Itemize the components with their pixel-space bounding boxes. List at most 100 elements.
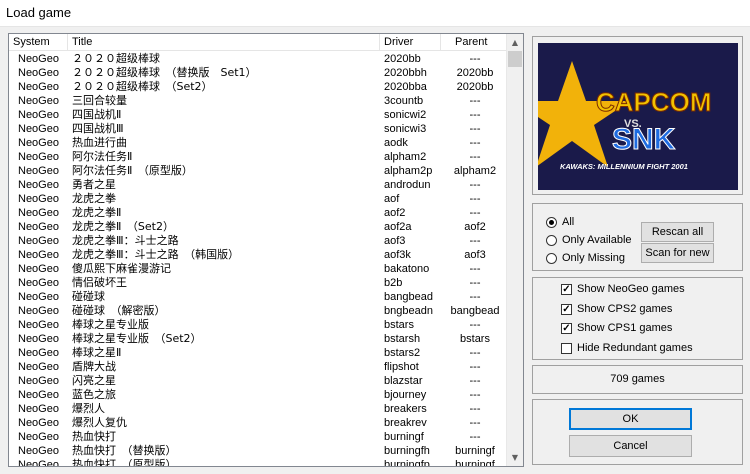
cell-driver: burningfh (384, 445, 430, 457)
cell-parent: --- (469, 291, 481, 303)
radio-all-indicator[interactable] (546, 216, 557, 228)
cell-title: 热血快打 （原型版） (72, 458, 177, 467)
table-row[interactable]: NeoGeo 棒球之星专业版 bstars --- (9, 318, 509, 332)
radio-all-label: All (562, 216, 575, 228)
table-row[interactable]: NeoGeo 龙虎之拳Ⅲ：斗士之路 aof3 --- (9, 234, 509, 248)
table-row[interactable]: NeoGeo 棒球之星Ⅱ bstars2 --- (9, 346, 509, 360)
rescan-all-button[interactable]: Rescan all (641, 222, 714, 242)
cell-title: 龙虎之拳Ⅲ：斗士之路 （韩国版） (72, 248, 240, 261)
column-header-driver[interactable]: Driver (380, 34, 441, 51)
cell-driver: aof2 (384, 207, 406, 219)
radio-missing-label: Only Missing (562, 252, 625, 264)
table-row[interactable]: NeoGeo 龙虎之拳Ⅱ aof2 --- (9, 206, 509, 220)
option-show-cps2[interactable]: ✓ Show CPS2 games (561, 303, 672, 315)
table-row[interactable]: NeoGeo 勇者之星 androdun --- (9, 178, 509, 192)
scroll-down-icon[interactable]: ▼ (507, 449, 523, 466)
checkbox-show-cps1[interactable]: ✓ (561, 322, 572, 334)
cell-driver: burningfp (384, 459, 430, 467)
table-row[interactable]: NeoGeo 三回合较量 3countb --- (9, 94, 509, 108)
scroll-thumb[interactable] (508, 51, 522, 67)
option-show-cps1[interactable]: ✓ Show CPS1 games (561, 322, 672, 334)
table-row[interactable]: NeoGeo 情侣破坏王 b2b --- (9, 276, 509, 290)
table-row[interactable]: NeoGeo ２０２０超级棒球 （Set2） 2020bba 2020bb (9, 80, 509, 94)
ok-button[interactable]: OK (569, 408, 692, 430)
cell-driver: bstars2 (384, 347, 421, 359)
radio-available-label: Only Available (562, 234, 632, 246)
cell-title: 四国战机Ⅲ (72, 122, 124, 135)
table-row[interactable]: NeoGeo ２０２０超级棒球 2020bb --- (9, 52, 509, 66)
radio-all[interactable]: All (546, 216, 574, 228)
table-row[interactable]: NeoGeo 热血快打 （替换版） burningfh burningf (9, 444, 509, 458)
option-show-neogeo-label: Show NeoGeo games (577, 283, 685, 295)
column-header-system[interactable]: System (9, 34, 68, 51)
table-row[interactable]: NeoGeo ２０２０超级棒球 （替换版 Set1） 2020bbh 2020bb (9, 66, 509, 80)
radio-missing-indicator[interactable] (546, 252, 557, 264)
table-row[interactable]: NeoGeo 热血快打 burningf --- (9, 430, 509, 444)
cell-title: 棒球之星专业版 (72, 318, 149, 331)
radio-available-indicator[interactable] (546, 234, 557, 246)
table-row[interactable]: NeoGeo 碰碰球 （解密版） bngbeadn bangbead (9, 304, 509, 318)
table-row[interactable]: NeoGeo 热血进行曲 aodk --- (9, 136, 509, 150)
cell-title: 三回合较量 (72, 94, 127, 107)
cell-system: NeoGeo (18, 277, 59, 289)
cell-title: 碰碰球 (72, 290, 105, 303)
cell-system: NeoGeo (18, 417, 59, 429)
cell-system: NeoGeo (18, 445, 59, 457)
cell-parent: --- (469, 431, 481, 443)
option-show-neogeo[interactable]: ✓ Show NeoGeo games (561, 283, 685, 295)
table-row[interactable]: NeoGeo 爆烈人复仇 breakrev --- (9, 416, 509, 430)
radio-only-available[interactable]: Only Available (546, 234, 632, 246)
cell-parent: --- (469, 403, 481, 415)
scroll-up-icon[interactable]: ▲ (507, 34, 523, 51)
checkbox-show-neogeo[interactable]: ✓ (561, 283, 572, 295)
checkbox-hide-redundant[interactable] (561, 342, 572, 354)
cell-title: 阿尔法任务Ⅱ （原型版） (72, 164, 193, 177)
cancel-button[interactable]: Cancel (569, 435, 692, 457)
column-header-title[interactable]: Title (68, 34, 380, 51)
cell-driver: aof (384, 193, 400, 205)
cell-title: 情侣破坏王 (72, 276, 127, 289)
table-row[interactable]: NeoGeo 四国战机Ⅲ sonicwi3 --- (9, 122, 509, 136)
cell-parent: --- (469, 53, 481, 65)
game-list[interactable]: System Title Driver Parent NeoGeo ２０２０超级棒… (8, 33, 524, 467)
table-row[interactable]: NeoGeo 阿尔法任务Ⅱ （原型版） alpham2p alpham2 (9, 164, 509, 178)
table-row[interactable]: NeoGeo 龙虎之拳Ⅱ （Set2） aof2a aof2 (9, 220, 509, 234)
cell-title: 龙虎之拳Ⅲ：斗士之路 (72, 234, 179, 247)
cell-system: NeoGeo (18, 291, 59, 303)
vertical-scrollbar[interactable]: ▲ ▼ (506, 34, 523, 466)
scan-for-new-button[interactable]: Scan for new (641, 243, 714, 263)
cell-driver: 2020bbh (384, 67, 427, 79)
cell-driver: aof3k (384, 249, 411, 261)
cell-parent: --- (469, 347, 481, 359)
cell-title: ２０２０超级棒球 （替换版 Set1） (72, 66, 257, 79)
table-row[interactable]: NeoGeo 阿尔法任务Ⅱ alpham2 --- (9, 150, 509, 164)
table-row[interactable]: NeoGeo 盾牌大战 flipshot --- (9, 360, 509, 374)
cell-driver: bstars (384, 319, 414, 331)
table-row[interactable]: NeoGeo 碰碰球 bangbead --- (9, 290, 509, 304)
cell-system: NeoGeo (18, 389, 59, 401)
checkbox-show-cps2[interactable]: ✓ (561, 303, 572, 315)
cell-driver: b2b (384, 277, 403, 289)
table-row[interactable]: NeoGeo 龙虎之拳 aof --- (9, 192, 509, 206)
column-header-parent[interactable]: Parent (441, 34, 509, 51)
cell-parent: 2020bb (456, 67, 494, 79)
table-row[interactable]: NeoGeo 蓝色之旅 bjourney --- (9, 388, 509, 402)
list-header: System Title Driver Parent (9, 34, 509, 51)
table-row[interactable]: NeoGeo 闪亮之星 blazstar --- (9, 374, 509, 388)
cell-parent: --- (469, 417, 481, 429)
table-row[interactable]: NeoGeo 傻瓜熙下麻雀漫游记 bakatono --- (9, 262, 509, 276)
option-hide-redundant[interactable]: Hide Redundant games (561, 342, 693, 354)
cell-system: NeoGeo (18, 95, 59, 107)
table-row[interactable]: NeoGeo 热血快打 （原型版） burningfp burningf (9, 458, 509, 467)
table-row[interactable]: NeoGeo 棒球之星专业版 （Set2） bstarsh bstars (9, 332, 509, 346)
table-row[interactable]: NeoGeo 爆烈人 breakers --- (9, 402, 509, 416)
table-row[interactable]: NeoGeo 龙虎之拳Ⅲ：斗士之路 （韩国版） aof3k aof3 (9, 248, 509, 262)
cell-driver: breakrev (384, 417, 427, 429)
cell-title: 阿尔法任务Ⅱ (72, 150, 133, 163)
cell-parent: --- (469, 235, 481, 247)
option-hide-redundant-label: Hide Redundant games (577, 342, 693, 354)
cell-title: 棒球之星专业版 （Set2） (72, 332, 202, 345)
radio-only-missing[interactable]: Only Missing (546, 252, 625, 264)
cell-system: NeoGeo (18, 319, 59, 331)
table-row[interactable]: NeoGeo 四国战机Ⅱ sonicwi2 --- (9, 108, 509, 122)
